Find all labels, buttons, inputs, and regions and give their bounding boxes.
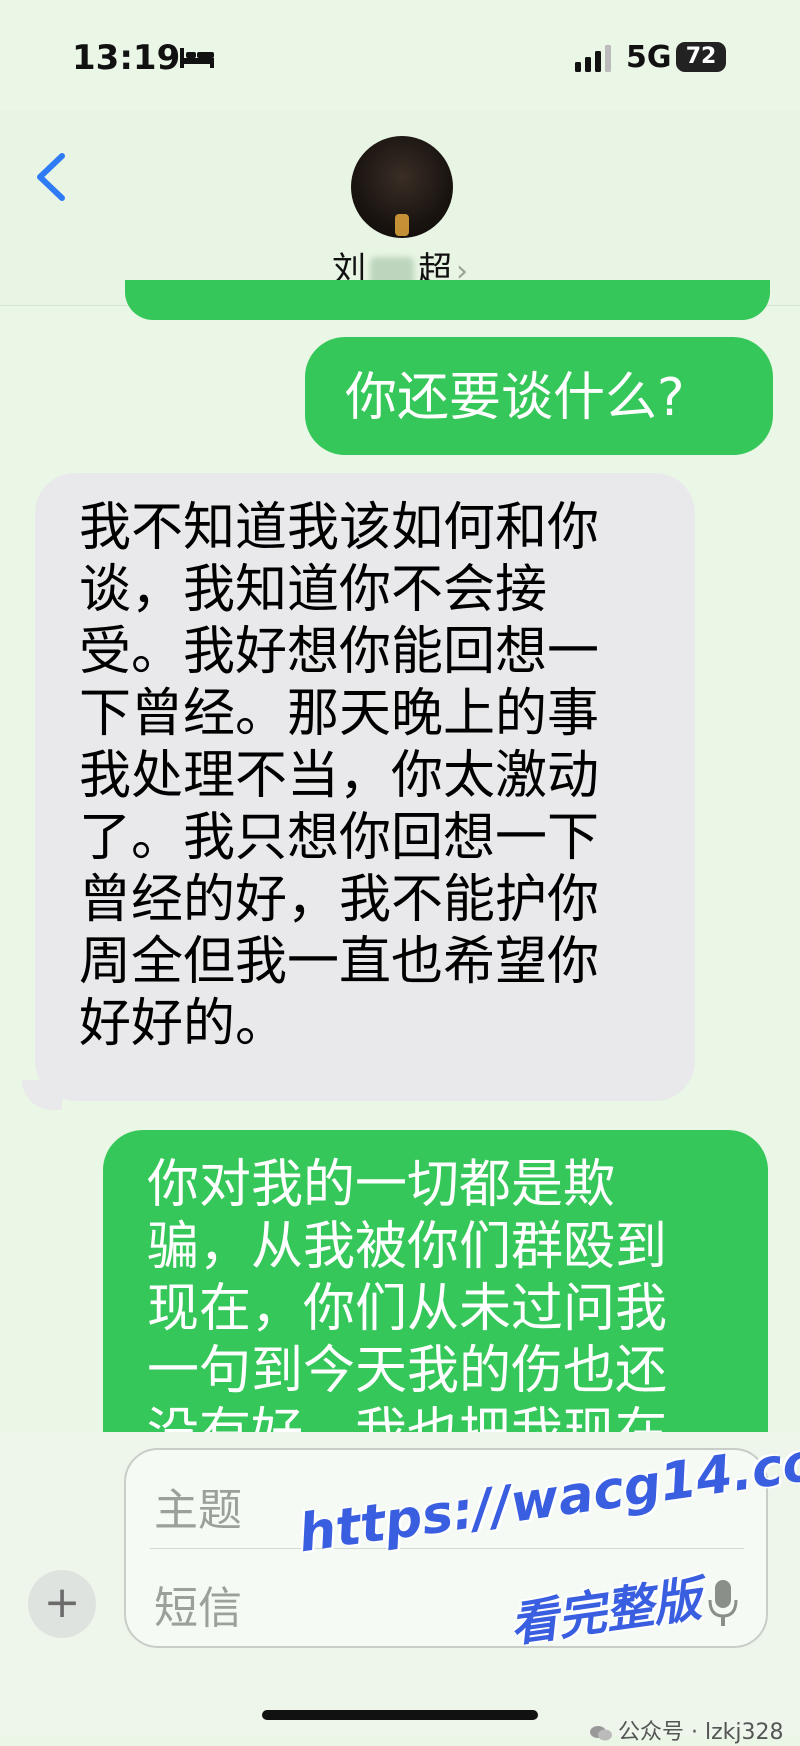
battery-indicator: 72 xyxy=(676,42,726,72)
received-message-bubble[interactable]: 我不知道我该如何和你 谈，我知道你不会接 受。我好想你能回想一 下曾经。那天晚上… xyxy=(35,473,695,1101)
contact-avatar[interactable] xyxy=(351,136,453,238)
wechat-icon xyxy=(590,1726,612,1741)
previous-sent-bubble xyxy=(125,280,770,320)
mic-icon[interactable] xyxy=(706,1578,740,1628)
bubble-tail xyxy=(22,1080,62,1110)
back-chevron-icon[interactable] xyxy=(32,150,72,204)
message-text: 你对我的一切都是欺 骗，从我被你们群殴到 现在，你们从未过问我 一句到今天我的伤… xyxy=(147,1155,668,1463)
avatar-candle xyxy=(395,214,409,236)
message-text: 你还要谈什么? xyxy=(345,368,685,428)
sent-message-bubble[interactable]: 你还要谈什么? xyxy=(305,337,773,455)
input-divider xyxy=(150,1548,744,1549)
account-text: 公众号 · lzkj328 xyxy=(618,1720,784,1745)
message-input[interactable]: 短信 xyxy=(154,1572,242,1636)
network-type: 5G xyxy=(626,40,672,75)
status-time: 13:19 xyxy=(72,38,181,78)
account-watermark: 公众号 · lzkj328 xyxy=(590,1714,783,1746)
add-attachment-button[interactable]: + xyxy=(28,1570,96,1638)
subject-input[interactable]: 主题 xyxy=(154,1474,242,1538)
bed-icon xyxy=(180,48,214,68)
message-text: 我不知道我该如何和你 谈，我知道你不会接 受。我好想你能回想一 下曾经。那天晚上… xyxy=(79,498,600,1054)
status-bar: 13:19 5G 72 xyxy=(0,0,800,110)
signal-icon xyxy=(575,45,611,72)
home-indicator xyxy=(262,1710,538,1720)
